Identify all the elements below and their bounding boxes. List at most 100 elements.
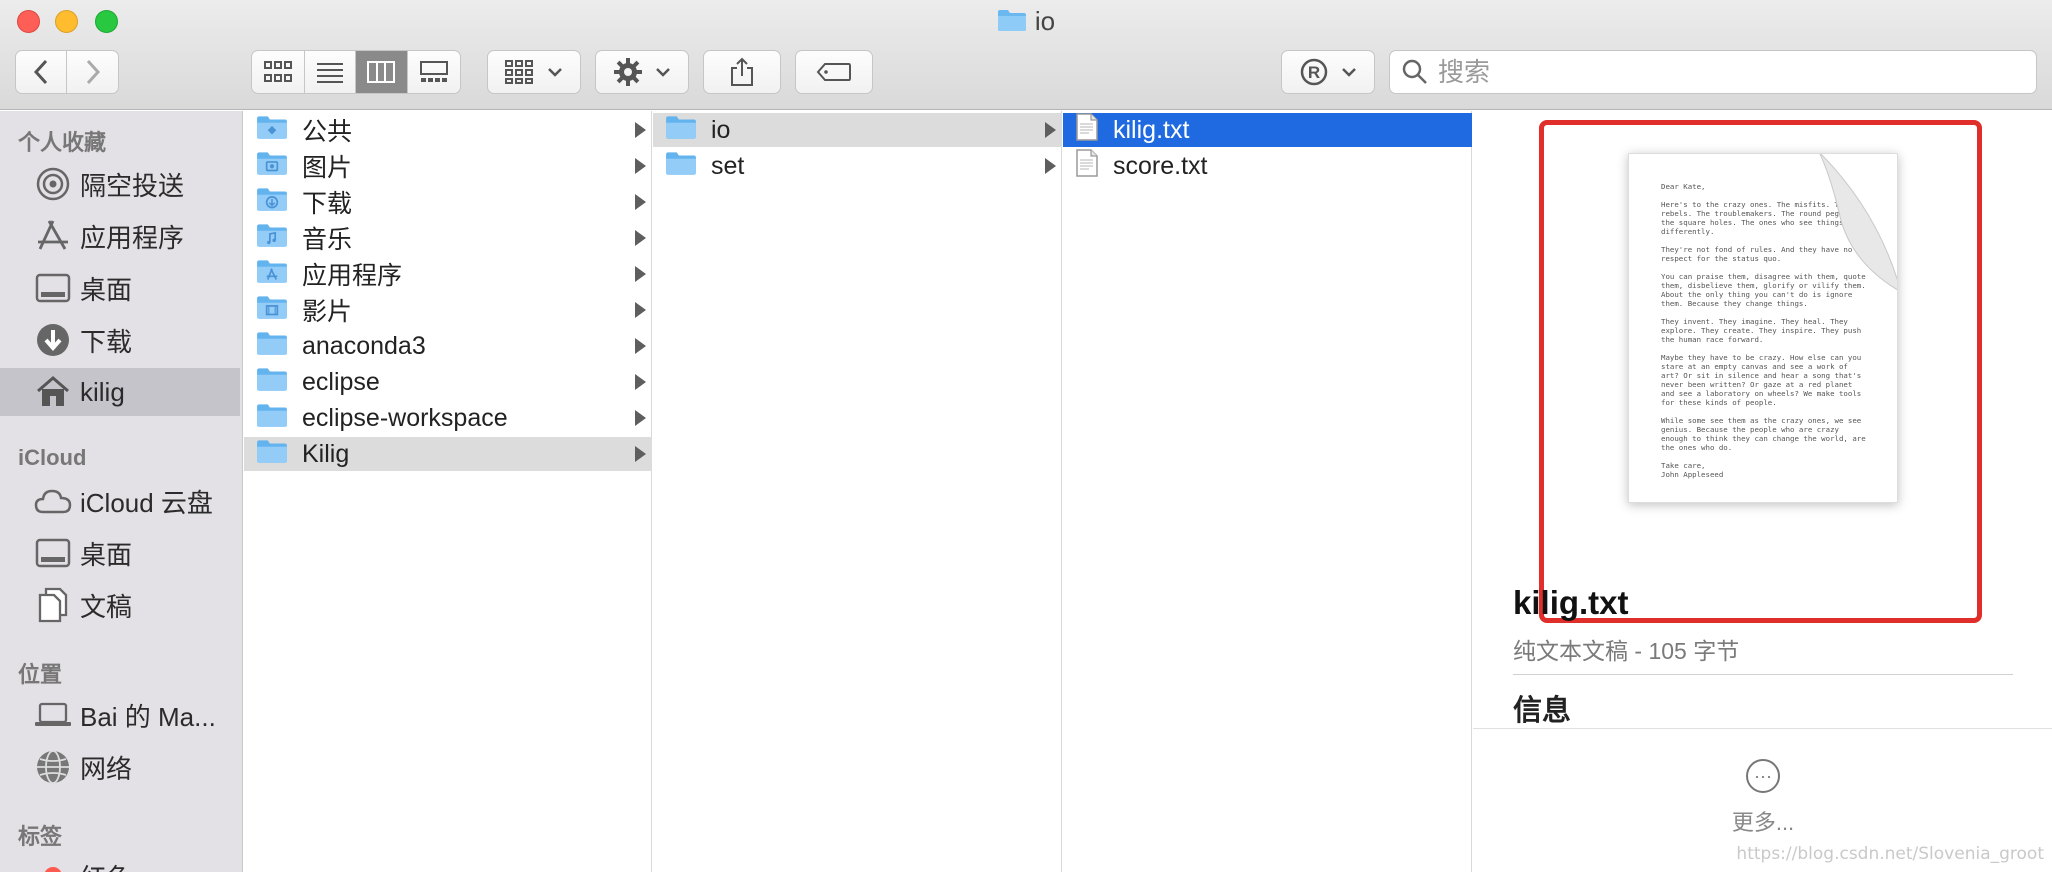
cloud-icon (34, 482, 72, 520)
folder-icon (665, 114, 697, 147)
chevron-right-icon (86, 59, 100, 85)
sidebar-item-tag-red[interactable]: 红色 (0, 852, 240, 872)
folder-icon (997, 8, 1027, 39)
tags-button[interactable] (795, 50, 873, 94)
folder-row[interactable]: 应用程序 (244, 257, 652, 291)
sidebar-item-home[interactable]: kilig (0, 368, 240, 416)
extension-menu-button[interactable]: R (1281, 50, 1375, 94)
column-view-button[interactable] (356, 51, 408, 93)
applications-icon (34, 217, 72, 255)
item-label: anaconda3 (302, 331, 426, 360)
sidebar-item-icloud-drive[interactable]: iCloud 云盘 (0, 477, 240, 525)
sidebar-item-airdrop[interactable]: 隔空投送 (0, 160, 240, 208)
column-home: 公共 图片下载音乐应用程序影片 anaconda3 eclipse eclipse-wo… (244, 111, 652, 872)
disclosure-triangle-icon (635, 374, 646, 390)
chevron-down-icon (1342, 68, 1356, 77)
list-icon (316, 63, 343, 83)
preview-file-name: kilig.txt (1513, 584, 1629, 621)
forward-button[interactable] (67, 51, 118, 93)
share-button[interactable] (703, 50, 781, 94)
sidebar-item-downloads[interactable]: 下载 (0, 316, 240, 364)
disclosure-triangle-icon (635, 302, 646, 318)
column-io: kilig.txt score.txt (1063, 111, 1472, 872)
columns-icon (367, 61, 396, 83)
back-button[interactable] (16, 51, 68, 93)
folder-row[interactable]: 图片 (244, 149, 652, 183)
text-file-icon (1075, 148, 1099, 185)
folder-icon (256, 402, 288, 435)
icon-view-button[interactable] (252, 51, 305, 93)
item-label: 应用程序 (302, 262, 403, 290)
disclosure-triangle-icon (635, 194, 646, 210)
preview-file-kind: 纯文本文稿 - 105 字节 (1513, 638, 1740, 664)
list-view-button[interactable] (305, 51, 356, 93)
chevron-down-icon (656, 68, 670, 77)
disclosure-triangle-icon (635, 446, 646, 462)
search-icon (1402, 59, 1427, 84)
network-icon (34, 748, 72, 786)
item-label: 下载 (302, 190, 353, 218)
movies-folder-icon (256, 294, 288, 327)
sidebar-item-documents[interactable]: 文稿 (0, 581, 240, 629)
folder-row[interactable]: Kilig (244, 437, 652, 471)
file-row[interactable]: kilig.txt (1063, 112, 1472, 149)
folder-row[interactable]: 音乐 (244, 221, 652, 255)
watermark: https://blog.csdn.net/Slovenia_groot (1736, 844, 2044, 864)
disclosure-triangle-icon (635, 158, 646, 174)
desktop-icon (34, 269, 72, 307)
sidebar-item-label: kilig (80, 376, 125, 407)
divider (1513, 674, 2013, 675)
disclosure-triangle-icon (635, 122, 646, 138)
folder-row[interactable]: 公共 (244, 113, 652, 147)
file-row[interactable]: score.txt (1063, 148, 1472, 185)
action-menu-button[interactable] (595, 50, 689, 94)
sidebar-item-this-mac[interactable]: Bai 的 Ma... (0, 691, 240, 739)
folder-row[interactable]: eclipse (244, 365, 652, 399)
disclosure-triangle-icon (635, 338, 646, 354)
sidebar-item-applications[interactable]: 应用程序 (0, 212, 240, 260)
folder-row[interactable]: anaconda3 (244, 329, 652, 363)
sidebar-item-network[interactable]: 网络 (0, 743, 240, 791)
item-label: eclipse-workspace (302, 403, 508, 432)
documents-icon (34, 586, 72, 624)
folder-row[interactable]: 下载 (244, 185, 652, 219)
ellipsis-icon: ··· (1746, 759, 1780, 793)
highlight-annotation-box (1539, 120, 1982, 623)
desktop-icon (34, 534, 72, 572)
gallery-view-button[interactable] (408, 51, 460, 93)
folder-row[interactable]: 影片 (244, 293, 652, 327)
group-by-button[interactable] (487, 50, 581, 94)
sidebar-item-label: 应用程序 (80, 222, 185, 253)
sidebar-item-label: 红色 (80, 858, 132, 872)
disclosure-triangle-icon (635, 266, 646, 282)
grid-icon (263, 61, 292, 82)
column-kilig: io set (653, 111, 1062, 872)
item-label: io (711, 115, 731, 144)
sidebar-item-label: 桌面 (80, 274, 133, 305)
svg-text:R: R (1308, 63, 1320, 82)
laptop-icon (34, 696, 72, 734)
item-label: kilig.txt (1113, 115, 1190, 144)
sidebar-section-locations: 位置 (18, 662, 63, 687)
sidebar-item-label: 文稿 (80, 591, 133, 622)
sidebar-item-icloud-desktop[interactable]: 桌面 (0, 529, 240, 577)
sidebar-item-label: iCloud 云盘 (80, 487, 213, 518)
folder-row[interactable]: eclipse-workspace (244, 401, 652, 435)
sidebar-section-favorites: 个人收藏 (18, 130, 107, 155)
group-grid-icon (505, 60, 533, 84)
search-field[interactable] (1389, 50, 2037, 94)
disclosure-triangle-icon (1045, 158, 1056, 174)
more-button[interactable]: ··· 更多... (1723, 759, 1803, 837)
disclosure-triangle-icon (1045, 122, 1056, 138)
gear-icon (614, 58, 642, 86)
sidebar: 个人收藏 隔空投送 应用程序 桌面 下载 kilig iCloud iCloud… (0, 111, 243, 872)
sidebar-item-desktop[interactable]: 桌面 (0, 264, 240, 312)
folder-row[interactable]: io (653, 113, 1062, 147)
downloads-icon (34, 321, 72, 359)
sidebar-item-label: Bai 的 Ma... (80, 701, 216, 732)
text-file-icon (1075, 112, 1099, 149)
folder-row[interactable]: set (653, 149, 1062, 183)
sidebar-section-icloud: iCloud (18, 445, 87, 470)
search-input[interactable] (1438, 56, 1998, 88)
window-title: io (0, 6, 2052, 39)
